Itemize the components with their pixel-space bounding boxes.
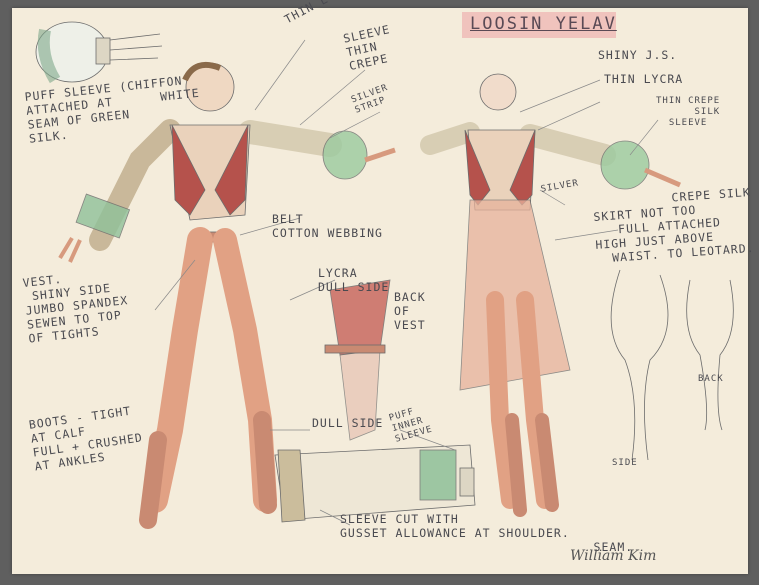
sleeve-pattern-sketch bbox=[274, 444, 476, 523]
note-vest: VEST. SHINY SIDE JUMBO SPANDEX SEWEN TO … bbox=[22, 271, 129, 346]
note-crepe-silk-skirt: CREPE SILK SKIRT NOT TOO FULL ATTACHED H… bbox=[592, 184, 755, 266]
artist-signature: William Kim bbox=[570, 548, 657, 564]
leg-detail-sketch bbox=[610, 269, 734, 461]
note-shiny-js: SHINY J.S. bbox=[598, 48, 678, 62]
note-belt: BELT COTTON WEBBING bbox=[272, 212, 383, 240]
note-thin-crepe-silk-sleeve: THIN CREPE SILK SLEEVE bbox=[656, 96, 721, 128]
page-title: LOOSIN YELAV bbox=[470, 14, 617, 34]
note-thin-lycra-right: THIN LYCRA bbox=[604, 72, 684, 86]
note-back-of-vest: BACK OF VEST bbox=[394, 290, 426, 332]
puff-sleeve-detail-sketch bbox=[35, 21, 163, 84]
note-dull-side: DULL SIDE bbox=[312, 416, 384, 430]
note-side: SIDE bbox=[612, 458, 638, 468]
note-lycra-dull-side: LYCRA DULL SIDE bbox=[318, 266, 390, 294]
note-back: BACK bbox=[698, 374, 724, 384]
